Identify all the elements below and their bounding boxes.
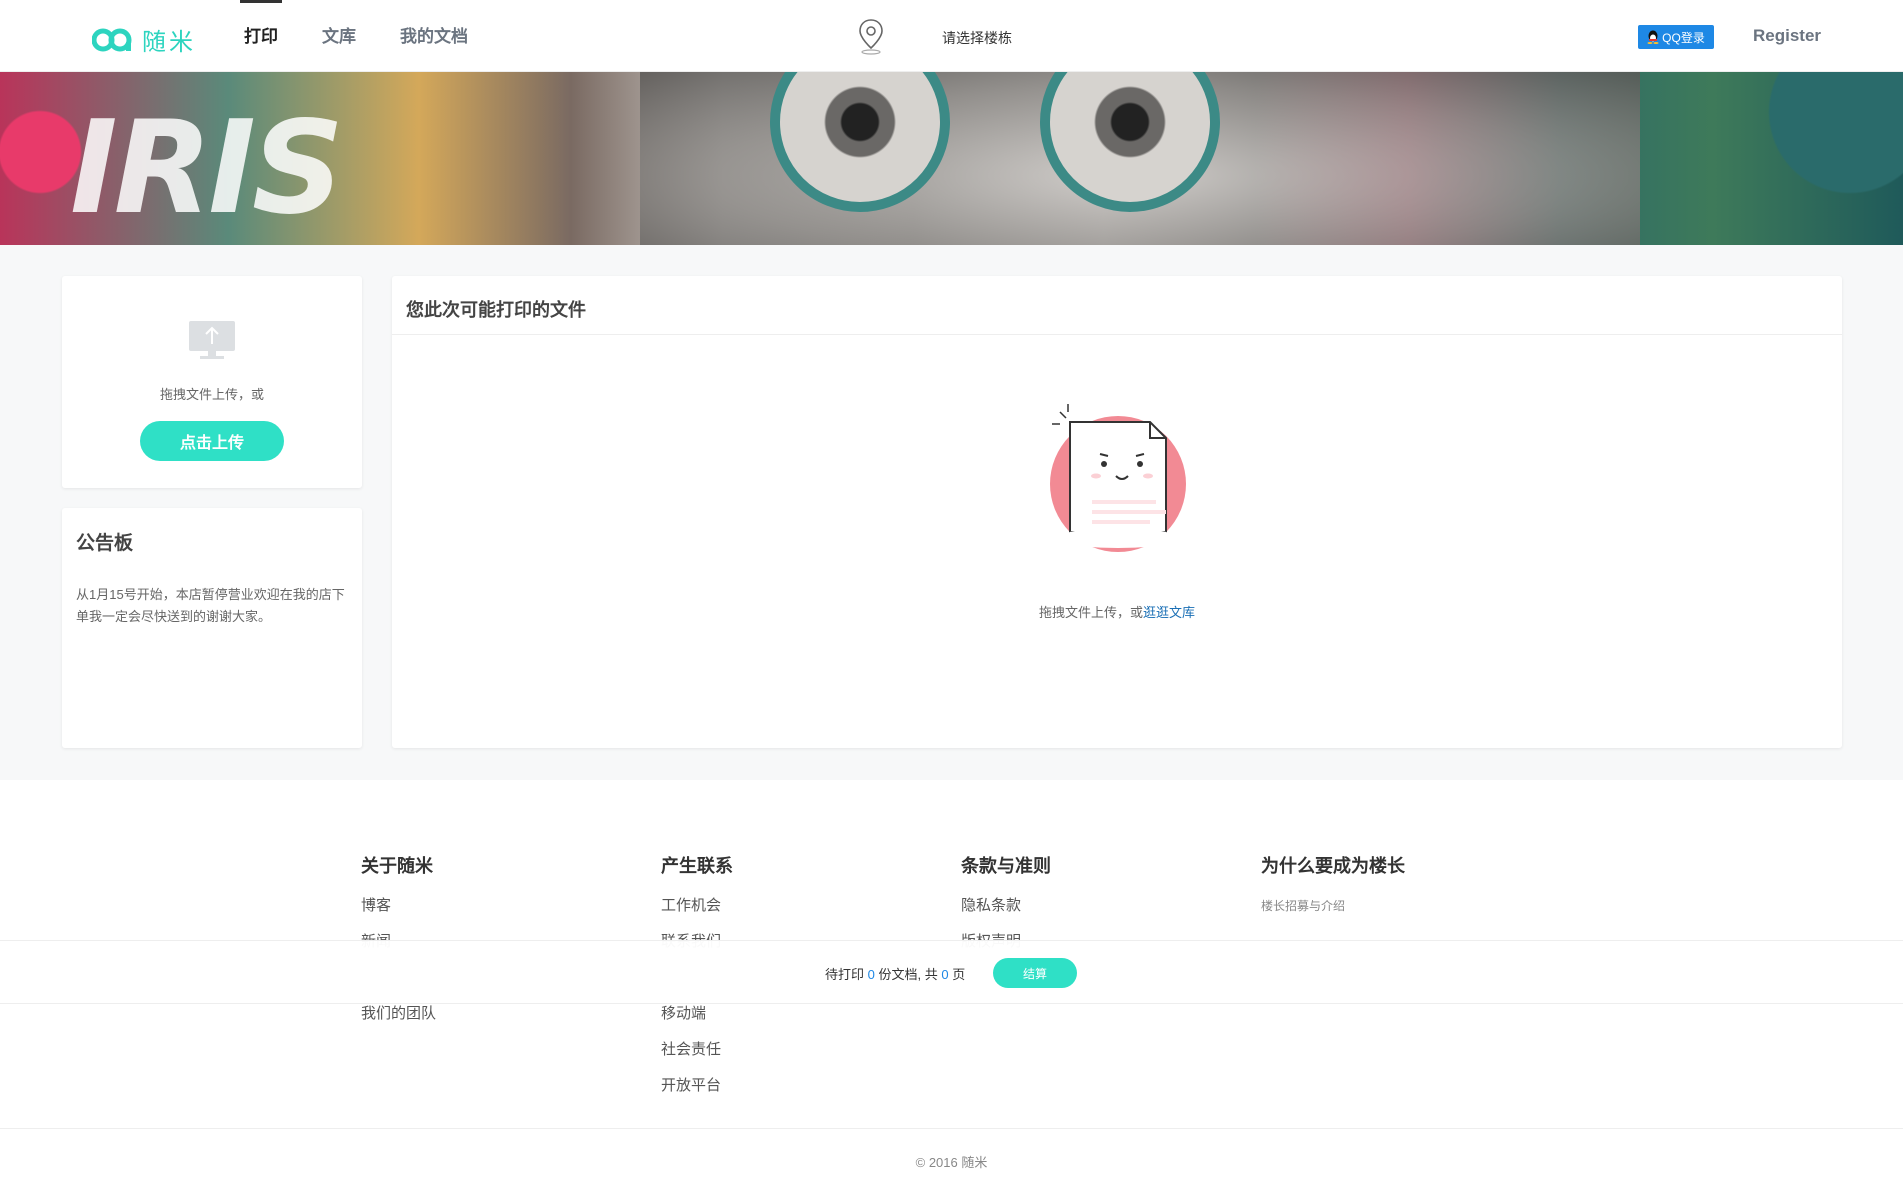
notice-board-text: 从1月15号开始，本店暂停营业欢迎在我的店下单我一定会尽快送到的谢谢大家。 xyxy=(76,587,345,624)
top-header: 随米 打印 文库 我的文档 请选择楼栋 QQ登录 Register xyxy=(0,0,1903,72)
footer-col-title: 产生联系 xyxy=(661,856,733,876)
checkout-button[interactable]: 结算 xyxy=(993,958,1077,988)
footer-link-recruit[interactable]: 楼长招募与介绍 xyxy=(1261,896,1405,932)
notice-board-card: 公告板 从1月15号开始，本店暂停营业欢迎在我的店下单我一定会尽快送到的谢谢大家… xyxy=(62,508,362,748)
empty-document-illustration xyxy=(1050,404,1186,552)
footer-col-title: 条款与准则 xyxy=(961,856,1051,876)
qq-penguin-icon xyxy=(1647,30,1659,44)
footer-divider xyxy=(0,1128,1903,1129)
footer-link-jobs[interactable]: 工作机会 xyxy=(661,896,733,932)
summary-prefix: 待打印 xyxy=(825,967,865,982)
qq-login-label: QQ登录 xyxy=(1662,30,1705,45)
footer-link-csr[interactable]: 社会责任 xyxy=(661,1040,733,1076)
footer-link-open-platform[interactable]: 开放平台 xyxy=(661,1076,733,1112)
page-count: 0 xyxy=(941,967,949,982)
footer-col-manager: 为什么要成为楼长 楼长招募与介绍 xyxy=(1261,852,1405,932)
notice-board-title: 公告板 xyxy=(76,533,134,554)
print-files-title: 您此次可能打印的文件 xyxy=(406,300,586,320)
banner-title: IRIS xyxy=(70,94,344,243)
upload-hint: 拖拽文件上传，或 xyxy=(159,387,264,402)
footer-col-title: 关于随米 xyxy=(361,856,433,876)
upload-monitor-icon xyxy=(189,321,235,359)
nav-print[interactable]: 打印 xyxy=(240,0,282,72)
footer-link-blog[interactable]: 博客 xyxy=(361,896,436,932)
nav-library[interactable]: 文库 xyxy=(322,0,356,72)
main-nav: 打印 文库 我的文档 xyxy=(240,0,468,72)
print-summary-bar: 待打印 0 份文档, 共 0 页 结算 xyxy=(0,940,1903,1004)
divider xyxy=(392,334,1842,335)
empty-hint-text: 拖拽文件上传，或 xyxy=(1038,605,1143,620)
browse-library-link[interactable]: 逛逛文库 xyxy=(1143,605,1195,620)
empty-hint: 拖拽文件上传，或逛逛文库 xyxy=(392,602,1842,621)
register-link[interactable]: Register xyxy=(1753,26,1821,46)
nav-my-docs[interactable]: 我的文档 xyxy=(400,0,468,72)
footer-link-privacy[interactable]: 隐私条款 xyxy=(961,896,1051,932)
upload-button[interactable]: 点击上传 xyxy=(140,421,284,461)
qq-login-button[interactable]: QQ登录 xyxy=(1638,25,1714,49)
logo-mark-icon xyxy=(92,28,132,51)
upload-card: 拖拽文件上传，或 点击上传 xyxy=(62,276,362,488)
hero-banner: IRIS xyxy=(0,72,1903,245)
footer-link-mobile[interactable]: 移动端 xyxy=(661,1004,733,1040)
footer-link-team[interactable]: 我们的团队 xyxy=(361,1004,436,1040)
logo-text: 随米 xyxy=(142,28,196,56)
summary-mid: 份文档, 共 xyxy=(878,967,938,982)
logo[interactable]: 随米 xyxy=(92,22,196,57)
doc-count: 0 xyxy=(867,967,875,982)
location-pin-icon[interactable] xyxy=(858,18,884,56)
building-selector[interactable]: 请选择楼栋 xyxy=(942,28,1012,48)
print-summary: 待打印 0 份文档, 共 0 页 xyxy=(825,964,965,983)
print-files-card: 您此次可能打印的文件 拖拽文件上传，或逛逛文库 xyxy=(392,276,1842,748)
copyright: © 2016 随米 xyxy=(915,1155,988,1170)
summary-suffix: 页 xyxy=(952,967,966,982)
footer-col-title: 为什么要成为楼长 xyxy=(1261,856,1405,876)
